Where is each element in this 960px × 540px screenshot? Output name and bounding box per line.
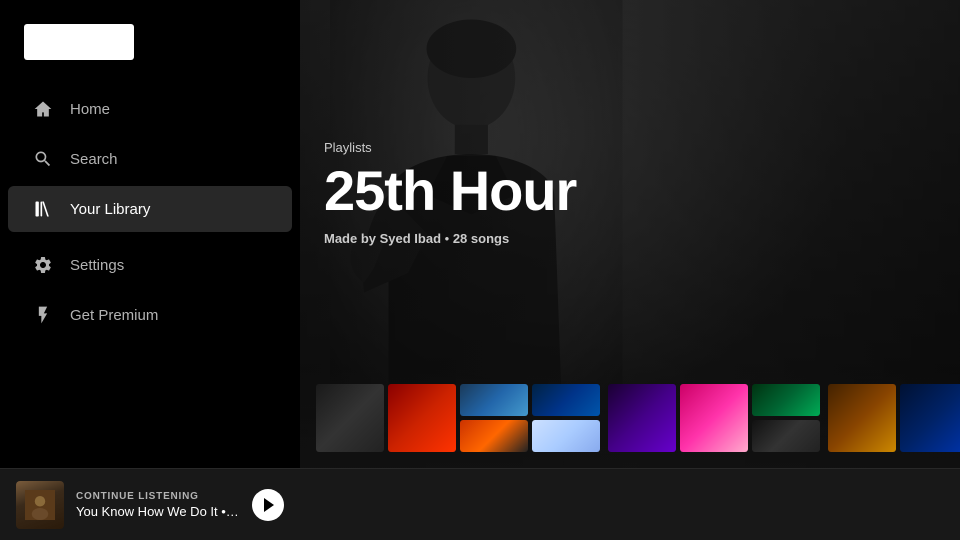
playlist-info: Playlists 25th Hour Made by Syed Ibad • … bbox=[324, 140, 576, 246]
album-thumb-7[interactable] bbox=[608, 384, 676, 452]
playlist-title: 25th Hour bbox=[324, 163, 576, 219]
now-playing-bar[interactable]: CONTINUE LISTENING You Know How We Do It… bbox=[0, 468, 300, 540]
album-grid bbox=[316, 384, 944, 452]
settings-icon bbox=[32, 254, 54, 276]
album-thumb-11[interactable] bbox=[828, 384, 896, 452]
album-group-2 bbox=[532, 384, 600, 452]
continue-listening-label: CONTINUE LISTENING bbox=[76, 491, 240, 502]
album-thumb-3[interactable] bbox=[460, 384, 528, 416]
sidebar-item-home-label: Home bbox=[70, 101, 110, 118]
logo-area bbox=[0, 0, 300, 76]
sidebar-item-your-library[interactable]: Your Library bbox=[8, 186, 292, 232]
playlist-songs: 28 songs bbox=[453, 231, 509, 246]
sidebar-item-library-label: Your Library bbox=[70, 201, 150, 218]
playlist-made-by: Made by Syed Ibad bbox=[324, 231, 441, 246]
playlist-type-label: Playlists bbox=[324, 140, 576, 155]
lightning-icon bbox=[32, 304, 54, 326]
now-playing-track: You Know How We Do It • Ice Cu... bbox=[76, 504, 240, 519]
sidebar-item-get-premium[interactable]: Get Premium bbox=[8, 292, 292, 338]
sidebar-item-premium-label: Get Premium bbox=[70, 307, 158, 324]
now-playing-thumbnail bbox=[16, 481, 64, 529]
album-group-1 bbox=[460, 384, 528, 452]
home-icon bbox=[32, 98, 54, 120]
sidebar-item-search-label: Search bbox=[70, 151, 118, 168]
main-bottom-bar bbox=[300, 468, 960, 540]
sidebar-item-search[interactable]: Search bbox=[8, 136, 292, 182]
sidebar-item-settings[interactable]: Settings bbox=[8, 242, 292, 288]
album-thumb-12[interactable] bbox=[900, 384, 960, 452]
sidebar-item-settings-label: Settings bbox=[70, 257, 124, 274]
album-thumb-10[interactable] bbox=[752, 420, 820, 452]
playlist-meta: Made by Syed Ibad • 28 songs bbox=[324, 231, 576, 246]
library-icon bbox=[32, 198, 54, 220]
album-thumb-2[interactable] bbox=[388, 384, 456, 452]
album-thumb-4[interactable] bbox=[460, 420, 528, 452]
play-button[interactable] bbox=[252, 489, 284, 521]
album-group-3 bbox=[752, 384, 820, 452]
album-thumb-8[interactable] bbox=[680, 384, 748, 452]
main-content: Playlists 25th Hour Made by Syed Ibad • … bbox=[300, 0, 960, 540]
search-icon bbox=[32, 148, 54, 170]
now-playing-info: CONTINUE LISTENING You Know How We Do It… bbox=[76, 491, 240, 519]
spotify-logo[interactable] bbox=[24, 24, 134, 60]
album-thumb-9[interactable] bbox=[752, 384, 820, 416]
sidebar: Home Search Your Library bbox=[0, 0, 300, 540]
nav-items: Home Search Your Library bbox=[0, 76, 300, 348]
album-thumb-5[interactable] bbox=[532, 384, 600, 416]
album-thumb-6[interactable] bbox=[532, 420, 600, 452]
sidebar-item-home[interactable]: Home bbox=[8, 86, 292, 132]
album-thumb-1[interactable] bbox=[316, 384, 384, 452]
